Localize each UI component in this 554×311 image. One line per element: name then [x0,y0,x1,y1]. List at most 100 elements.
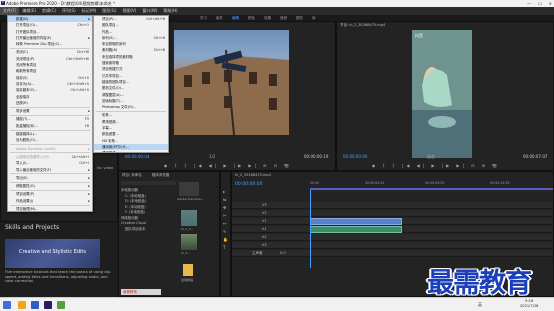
tree-item-d-drive[interactable]: D: (本地磁盘) [121,199,146,205]
creative-edits-card[interactable]: Creative and Stylistic Edits [5,239,100,268]
track-a3[interactable]: A3 [232,242,553,249]
submenu-arrow-icon: ▸ [88,198,90,203]
source-duration-timecode: 00:00:00:19 [304,154,329,159]
file-menu-item-label: 保存副本(Y)... [16,88,38,93]
window-controls: — ☐ ✕ [527,0,552,7]
file-menu-item[interactable]: Adobe Dynamic Link(K) ▸ [8,146,92,152]
program-transport-controls[interactable]: ◆ { } |◀ ◀| ▶ |▶ ▶| ⊟ ⊞ 📷 [372,163,500,168]
track-master[interactable]: 主声道 0.0 [232,250,553,257]
timeline-timecode[interactable]: 00:00:00:00 [235,182,262,187]
status-badge: 最需教育 [121,289,161,295]
file-menu-item[interactable]: 还原(R) [8,100,92,106]
file-menu-item[interactable]: 作品设置(J) ▸ [8,198,92,204]
file-menu-item-label: 打开项目(O)... [16,23,39,28]
app-taskbar-icon[interactable] [57,301,65,309]
premiere-taskbar-icon[interactable] [44,301,52,309]
premiere-app-icon: Pr [1,1,5,5]
file-menu-item-label: 全部保存 [16,94,30,99]
file-menu-item-label: 打开团队项目... [16,29,40,34]
program-monitor-tab[interactable]: 节目: hi_2_3026B475.mp4 [337,22,553,29]
media-search-input[interactable] [121,181,176,185]
timeline-ruler[interactable]: 00:00 00:00:04:29 00:00:09:29 00:00:14:2… [310,181,553,187]
skills-description: Five interactive tutorials that teach th… [5,270,111,283]
program-current-timecode[interactable]: 00:00:00:00 [343,154,367,159]
ruler-tick-0: 00:00 [310,181,320,185]
media-browser-tree: 本地驱动器 C: (本地磁盘) D: (本地磁盘) E: (本地磁盘) F: (… [121,188,146,232]
master-volume-value[interactable]: 0.0 [280,251,286,255]
tree-item-team-projects[interactable]: 团队项目版本 [121,227,146,233]
tree-item-f-drive[interactable]: F: (本地磁盘) [121,210,146,216]
tree-item-creative-cloud[interactable]: Creative Cloud [121,221,146,227]
file-menu-item-label: 项目设置(P) [16,192,35,197]
skills-panel: Skills and Projects Creative and Stylist… [0,222,118,297]
new-submenu-item-label: 已共享项目... [102,73,123,78]
file-explorer-icon[interactable] [18,301,26,309]
tool-icons[interactable]: ▸ ⇆ ✥ ✂ ↔ ✎ ✋ T [223,188,228,252]
video-clip-v1[interactable] [310,218,402,225]
source-fit-select[interactable]: 1/2 [209,154,215,159]
new-submenu-item-label: 来自选择项的素材箱 [102,54,133,59]
new-submenu-item[interactable]: Photoshop 文件(H)... [94,104,168,110]
file-menu-item[interactable]: 转换 Premiere Clip 项目(C)... [8,41,92,47]
track-v2[interactable]: V2 [232,210,553,217]
program-fit-select[interactable]: 适合 [427,154,435,160]
media-thumb-1-label: Adobe Premiere... [177,197,204,201]
media-thumb-3[interactable] [181,234,197,250]
menu-help[interactable]: 帮助(H) [160,7,180,15]
minimize-button[interactable]: — [527,1,531,6]
file-menu-item[interactable]: 同步设置 ▸ [8,108,92,114]
new-submenu-item[interactable]: 透明视频... [94,150,168,152]
browser-icon[interactable] [31,301,39,309]
file-menu-item-label: 打开最近使用的内容(E) [16,35,52,40]
media-thumb-1[interactable] [179,182,199,196]
menu-clip[interactable]: 剪辑(C) [39,7,59,15]
audio-clip-a1[interactable] [310,226,402,233]
work-area-bar[interactable] [310,188,553,190]
new-submenu-item-label: 链接的团队项目... [102,79,129,84]
new-submenu-items: 项目(P)... Ctrl+Alt+N 团队项目... 作品... 序列(S)... Ct… [94,16,168,152]
media-thumb-2-label: hi_2_3... [181,227,194,231]
woman-in-water-image [412,30,472,158]
folder-icon[interactable] [183,264,193,276]
source-current-timecode[interactable]: 00:00:00:04 [125,154,149,159]
project-tab[interactable]: 项目: 未命名 [119,172,145,179]
source-transport-controls[interactable]: ◆ { } |◀ ◀| ▶ |▶ ▶| ⊞ ⊟ 📷 [164,163,292,168]
menu-marker[interactable]: 标记(M) [79,7,100,15]
menu-view[interactable]: 视图(V) [119,7,139,15]
menu-edit[interactable]: 编辑(E) [19,7,39,15]
file-menu-item-label: 项目管理(M)... [16,207,39,212]
watermark-logo: 最需教育 [427,268,532,299]
track-a2[interactable]: A2 [232,234,553,241]
menu-graphics[interactable]: 图形(G) [99,7,119,15]
new-submenu-item-label: 项目(P)... [102,17,117,21]
new-submenu-item-label: HD 彩条... [102,138,119,143]
file-menu-item-label: 关闭项目(P) [16,56,35,61]
windows-start-icon[interactable] [3,301,11,309]
learn-side-tag: hic video [97,166,114,170]
track-v3[interactable]: V3 [232,202,553,209]
file-menu-item[interactable]: 导入最近使用的文件(F) ▸ [8,167,92,173]
file-menu-item[interactable]: 获取属性(G) ▸ [8,183,92,189]
media-thumb-2[interactable] [181,210,197,226]
program-duration-timecode: 00:00:07:07 [523,154,548,159]
file-menu-item[interactable]: 批量捕捉(B)... F6 [8,123,92,129]
file-menu-item-label: 转换 Premiere Clip 项目(C)... [16,42,63,47]
close-button[interactable]: ✕ [549,1,552,6]
menu-sequence[interactable]: 序列(S) [59,7,79,15]
playhead[interactable] [310,190,311,268]
windows-taskbar: 英 9:16 2021/7/28 [0,297,554,311]
media-browser-tab[interactable]: 媒体浏览器 [149,172,173,179]
file-menu-item[interactable]: 导出(E) ▸ [8,175,92,181]
new-submenu-item-label: 通用倒计时片头... [102,144,129,149]
submenu-arrow-icon: ▸ [88,184,90,189]
file-menu-item[interactable]: 项目管理(M)... [8,206,92,212]
input-language-indicator[interactable]: 英 [478,302,482,308]
timeline-tab[interactable]: hi_2_3026B475.mp4 [232,172,553,178]
file-menu-item-label: 保存(S) [16,75,28,80]
maximize-button[interactable]: ☐ [538,1,542,6]
menu-window[interactable]: 窗口(W) [139,7,160,15]
file-menu-item[interactable]: 设为脱机(O)... [8,137,92,143]
new-submenu-item-label: 透明视频... [102,151,119,152]
menu-file[interactable]: 文件(F) [0,7,20,15]
clock[interactable]: 9:16 2021/7/28 [520,299,538,309]
